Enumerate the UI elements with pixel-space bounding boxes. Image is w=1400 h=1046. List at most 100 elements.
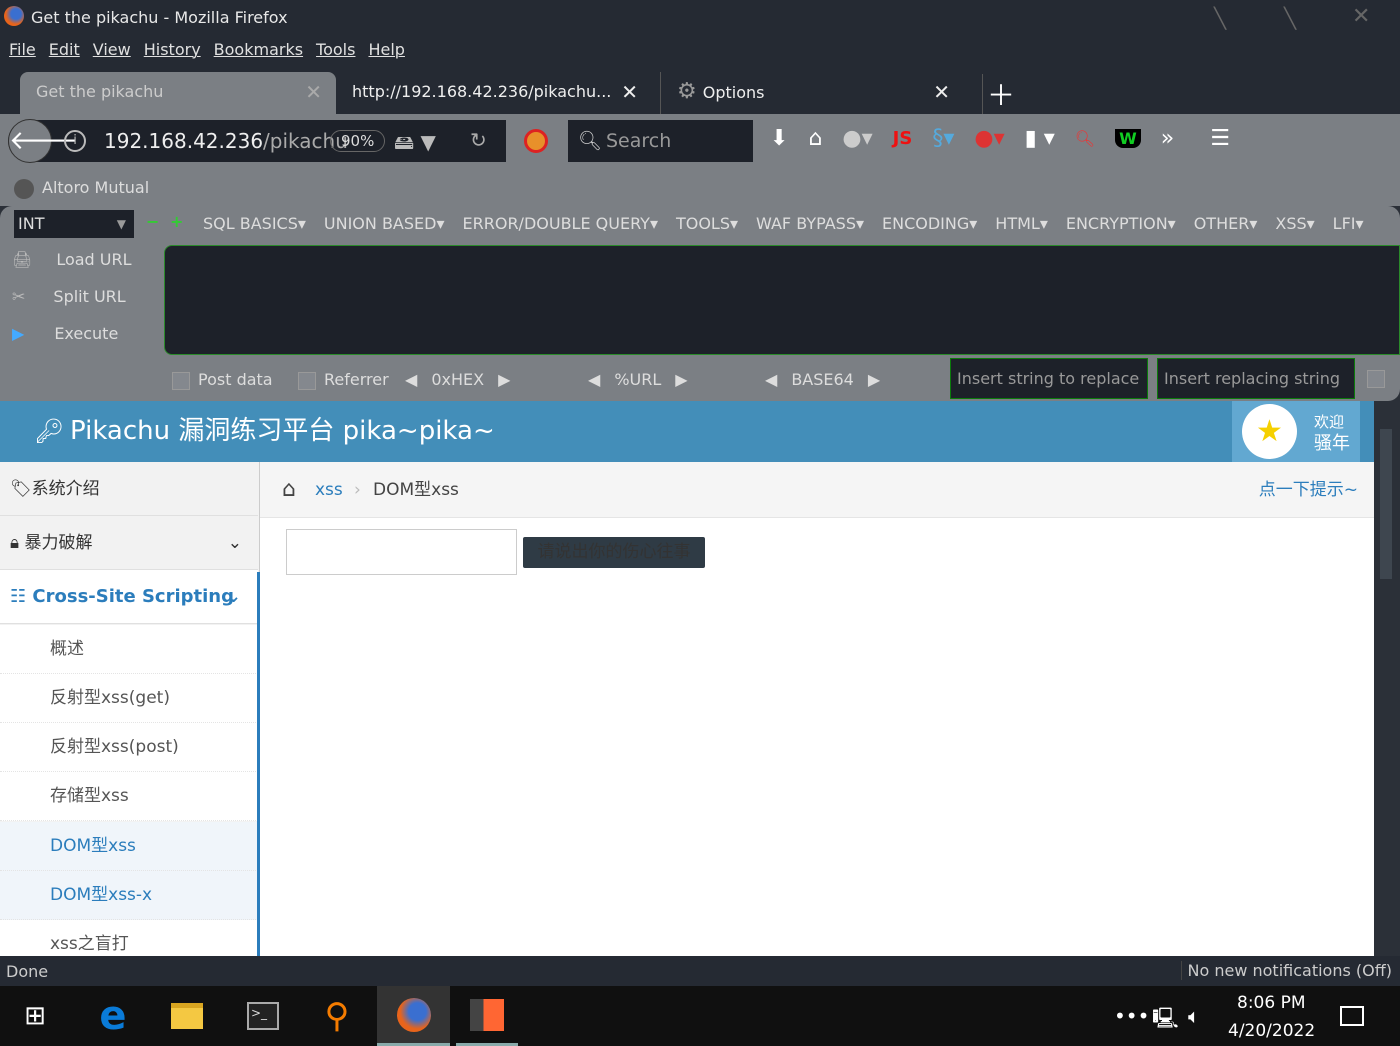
referrer-checkbox[interactable]: Referrer: [298, 370, 389, 390]
network-icon[interactable]: 🖳: [1152, 1004, 1179, 1038]
info-icon[interactable]: i: [64, 130, 86, 152]
clock-time[interactable]: 8:06 PM: [1237, 993, 1306, 1013]
tab-get-the-pikachu[interactable]: Get the pikachu ✕: [20, 72, 336, 114]
sidebar-subitem[interactable]: xss之盲打: [0, 920, 258, 956]
hackbar-type-select[interactable]: INT ▼: [14, 210, 134, 238]
hackbar-menu-encryption[interactable]: ENCRYPTION▾: [1066, 214, 1176, 233]
addon-red-icon[interactable]: ●▾: [974, 126, 1004, 151]
clock-date[interactable]: 4/20/2022: [1228, 1021, 1315, 1041]
hint-link[interactable]: 点一下提示~: [1259, 462, 1358, 518]
menu-history[interactable]: History: [144, 40, 201, 59]
sidebar-subitem[interactable]: 概述: [0, 625, 258, 674]
load-url-button[interactable]: 🖨 Load URL: [12, 250, 132, 269]
back-button[interactable]: 🡐: [8, 119, 79, 163]
hackbar-menu-html[interactable]: HTML▾: [995, 214, 1048, 233]
hackbar-menu-sql-basics[interactable]: SQL BASICS▾: [203, 214, 306, 233]
search-magnifier-icon[interactable]: ⚲: [302, 986, 372, 1046]
menu-tools[interactable]: Tools: [316, 40, 355, 59]
hackbar-menu-error-double-query[interactable]: ERROR/DOUBLE QUERY▾: [463, 214, 658, 233]
hackbar-menu-waf-bypass[interactable]: WAF BYPASS▾: [756, 214, 864, 233]
sidebar-item-brute-force[interactable]: 🔒︎ 暴力破解 ⌄: [0, 516, 258, 570]
download-icon[interactable]: ⬇: [770, 126, 788, 151]
sidebar-subitem[interactable]: 反射型xss(post): [0, 723, 258, 772]
menu-view[interactable]: View: [93, 40, 131, 59]
hackbar-menu-tools[interactable]: TOOLS▾: [676, 214, 738, 233]
volume-icon[interactable]: 🔈︎: [1188, 1004, 1200, 1028]
file-explorer-icon[interactable]: [152, 986, 222, 1046]
replacing-string-input[interactable]: Insert replacing string: [1157, 358, 1355, 399]
edge-icon[interactable]: e: [78, 986, 148, 1046]
menu-bookmarks[interactable]: Bookmarks: [214, 40, 303, 59]
decrease-icon[interactable]: −: [146, 212, 159, 231]
bookmark-altoro-mutual[interactable]: Altoro Mutual: [14, 178, 149, 199]
increase-icon[interactable]: +: [170, 212, 183, 231]
tray-overflow-icon[interactable]: •••: [1114, 1004, 1149, 1028]
tab-url[interactable]: http://192.168.42.236/pikachu... ✕: [336, 72, 648, 114]
firefox-taskbar-icon[interactable]: [377, 986, 450, 1046]
tab-options[interactable]: ⚙ Options ✕: [660, 72, 960, 114]
js-icon[interactable]: JS: [893, 128, 913, 149]
sidebar-item-intro[interactable]: 🏷︎系统介绍: [0, 462, 258, 516]
submit-button[interactable]: 请说出你的伤心往事: [523, 537, 705, 568]
home-icon[interactable]: ⌂: [808, 126, 822, 151]
firefox-logo-icon: [4, 6, 24, 26]
addon-sync-icon[interactable]: §▾: [932, 126, 954, 151]
site-title[interactable]: Pikachu 漏洞练习平台 pika~pika~: [70, 416, 495, 446]
url-bar[interactable]: 🡐 i 192.168.42.236/pikachu 90% 🖴 ▼ ↻: [8, 119, 506, 163]
close-tab-icon[interactable]: ✕: [933, 72, 950, 112]
user-menu[interactable]: ★ 欢迎 骚年: [1232, 401, 1360, 462]
hackbar-menu-union-based[interactable]: UNION BASED▾: [324, 214, 445, 233]
close-window-button[interactable]: ✕: [1352, 4, 1370, 29]
hackbar-menu-other[interactable]: OTHER▾: [1194, 214, 1258, 233]
addon-search-h-icon[interactable]: 🔍︎: [1075, 129, 1095, 148]
menu-edit[interactable]: Edit: [49, 40, 80, 59]
sidebar-subitem[interactable]: 存储型xss: [0, 772, 258, 821]
close-tab-icon[interactable]: ✕: [305, 72, 322, 112]
sidebar-subitem[interactable]: 反射型xss(get): [0, 674, 258, 723]
windows-start-icon[interactable]: ⊞: [0, 986, 70, 1046]
arrow-left-icon: ◀: [765, 370, 778, 389]
replace-string-input[interactable]: Insert string to replace: [950, 358, 1148, 399]
url-encoder[interactable]: ◀ %URL ▶: [588, 370, 688, 389]
hackbar-menu-lfi[interactable]: LFI▾: [1333, 214, 1364, 233]
close-tab-icon[interactable]: ✕: [621, 72, 638, 112]
arrow-right-icon: ▶: [675, 370, 688, 389]
sidebar-subitem-active[interactable]: DOM型xss-x: [0, 871, 258, 920]
noscript-icon[interactable]: [524, 129, 548, 153]
maximize-button[interactable]: ╲: [1284, 6, 1296, 30]
post-data-checkbox[interactable]: Post data: [172, 370, 273, 390]
base64-encoder[interactable]: ◀ BASE64 ▶: [765, 370, 880, 389]
sidebar-item-xss[interactable]: ☷ Cross-Site Scripting ⌄: [0, 570, 258, 624]
minimize-button[interactable]: ╲: [1214, 6, 1226, 30]
search-input[interactable]: 🔍︎ Search: [568, 120, 753, 162]
xss-text-input[interactable]: [286, 529, 517, 575]
hackbar-url-textarea[interactable]: [164, 245, 1400, 355]
overflow-icon[interactable]: »: [1161, 126, 1174, 151]
addon-globe-icon[interactable]: ●▾: [842, 126, 872, 151]
terminal-icon[interactable]: >_: [228, 986, 298, 1046]
menu-help[interactable]: Help: [368, 40, 404, 59]
reload-icon[interactable]: ↻: [470, 128, 487, 152]
addon-bar-icon[interactable]: ▮ ▾: [1025, 126, 1055, 151]
hex-encoder[interactable]: ◀ 0xHEX ▶: [405, 370, 510, 389]
zoom-level[interactable]: 90%: [330, 130, 386, 152]
notifications-text[interactable]: No new notifications (Off): [1180, 961, 1392, 980]
burp-suite-icon[interactable]: [456, 986, 518, 1046]
addon-shield-w-icon[interactable]: W: [1115, 129, 1141, 148]
menu-file[interactable]: File: [9, 40, 36, 59]
replace-checkbox[interactable]: [1367, 370, 1385, 388]
breadcrumb-xss-link[interactable]: xss: [315, 462, 343, 518]
hackbar-menu-encoding[interactable]: ENCODING▾: [882, 214, 977, 233]
hamburger-menu-icon[interactable]: ☰: [1210, 126, 1230, 151]
home-icon[interactable]: ⌂: [282, 462, 296, 518]
server-icon[interactable]: 🖴 ▼: [394, 128, 436, 162]
hackbar-menu-xss[interactable]: XSS▾: [1275, 214, 1314, 233]
action-center-icon[interactable]: [1322, 986, 1382, 1046]
url-text[interactable]: 192.168.42.236/pikachu: [104, 129, 348, 153]
execute-button[interactable]: ▶ Execute: [12, 324, 118, 343]
scrollbar[interactable]: [1374, 401, 1400, 956]
search-icon: 🔍︎: [578, 130, 603, 152]
split-url-button[interactable]: ✂ Split URL: [12, 287, 126, 306]
sidebar-subitem-active[interactable]: DOM型xss: [0, 822, 258, 871]
new-tab-button[interactable]: ＋: [982, 74, 1015, 114]
